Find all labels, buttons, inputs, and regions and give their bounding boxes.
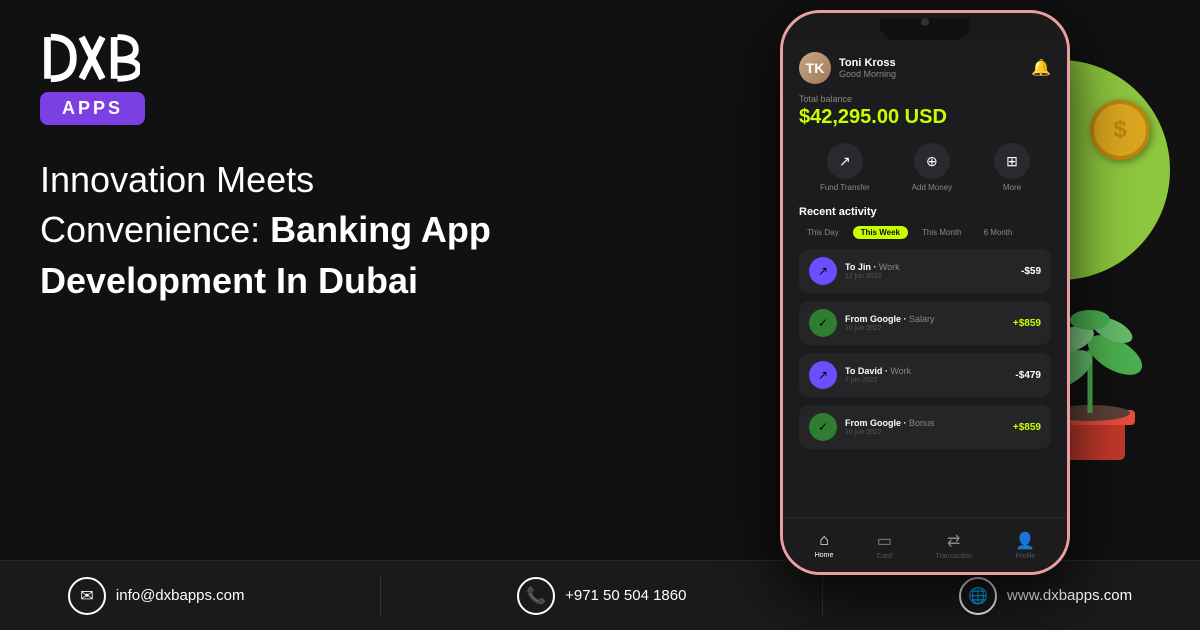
phone-text: +971 50 504 1860 [565,587,686,604]
table-row[interactable]: ✓ From Google · Salary 10 jun 2022 +$859 [799,301,1051,345]
left-section: APPS Innovation Meets Convenience: Banki… [40,30,590,570]
headline: Innovation Meets Convenience: Banking Ap… [40,155,590,306]
action-buttons: ↗ Fund Transfer ⊕ Add Money ⊞ More [799,143,1051,192]
headline-line1: Innovation Meets [40,155,590,205]
tx-info-4: From Google · Bonus 10 jun 2022 [845,418,935,436]
deco-coin: $ [1090,100,1150,160]
user-name: Toni Kross [839,57,896,69]
tx-left-2: ✓ From Google · Salary 10 jun 2022 [809,309,935,337]
phone-notch [880,18,970,40]
fund-transfer-icon: ↗ [827,143,863,179]
headline-line2: Convenience: Banking App [40,205,590,255]
nav-profile[interactable]: 👤 Profile [1015,531,1035,560]
greeting: Good Morning [839,69,896,79]
tx-left-1: ↗ To Jin · Work 12 jun 2022 [809,257,900,285]
phone-notch-dot [921,18,929,26]
footer-divider-1 [380,576,381,616]
table-row[interactable]: ↗ To David · Work 7 jun 2022 -$479 [799,353,1051,397]
nav-transaction-label: Transaction [936,553,972,560]
table-row[interactable]: ✓ From Google · Bonus 10 jun 2022 +$859 [799,405,1051,449]
footer-phone: 📞 +971 50 504 1860 [517,577,686,615]
add-money-label: Add Money [912,183,952,192]
logo-apps-badge: APPS [40,92,145,125]
bell-icon[interactable]: 🔔 [1031,58,1051,78]
email-text: info@dxbapps.com [116,587,245,604]
logo-dxb [40,30,140,90]
nav-transaction[interactable]: ⇄ Transaction [936,531,972,560]
tx-left-4: ✓ From Google · Bonus 10 jun 2022 [809,413,935,441]
nav-home[interactable]: ⌂ Home [815,532,834,559]
transactions-list: ↗ To Jin · Work 12 jun 2022 -$59 ✓ [799,249,1051,449]
tx-info-2: From Google · Salary 10 jun 2022 [845,314,935,332]
web-icon: 🌐 [959,577,997,615]
add-money-btn[interactable]: ⊕ Add Money [912,143,952,192]
tx-date-2: 10 jun 2022 [845,325,935,332]
app-header-left: TK Toni Kross Good Morning [799,52,896,84]
tx-icon-2: ✓ [809,309,837,337]
footer-email: ✉ info@dxbapps.com [68,577,245,615]
card-icon: ▭ [877,531,892,551]
nav-home-label: Home [815,552,834,559]
profile-icon: 👤 [1015,531,1035,551]
tx-name-4: From Google · Bonus [845,418,935,428]
home-icon: ⌂ [819,532,829,550]
tx-date-1: 12 jun 2022 [845,273,900,280]
table-row[interactable]: ↗ To Jin · Work 12 jun 2022 -$59 [799,249,1051,293]
phone-icon: 📞 [517,577,555,615]
tx-amount-2: +$859 [1013,318,1041,329]
tx-amount-4: +$859 [1013,422,1041,433]
tx-date-3: 7 jun 2022 [845,377,911,384]
tx-amount-3: -$479 [1015,370,1041,381]
footer-website: 🌐 www.dxbapps.com [959,577,1132,615]
activity-title: Recent activity [799,206,1051,218]
headline-line3: Development In Dubai [40,256,590,306]
tx-name-3: To David · Work [845,366,911,376]
user-info: Toni Kross Good Morning [839,57,896,79]
balance-label: Total balance [799,94,1051,104]
phone-frame: TK Toni Kross Good Morning 🔔 Total balan… [780,10,1070,575]
tab-6-month[interactable]: 6 Month [976,226,1021,239]
tab-this-week[interactable]: This Week [853,226,908,239]
avatar: TK [799,52,831,84]
more-btn[interactable]: ⊞ More [994,143,1030,192]
activity-tabs: This Day This Week This Month 6 Month [799,226,1051,239]
tx-icon-1: ↗ [809,257,837,285]
bottom-nav: ⌂ Home ▭ Card ⇄ Transaction 👤 Profile [783,517,1067,572]
fund-transfer-btn[interactable]: ↗ Fund Transfer [820,143,870,192]
tx-info-3: To David · Work 7 jun 2022 [845,366,911,384]
tx-name-1: To Jin · Work [845,262,900,272]
tx-left-3: ↗ To David · Work 7 jun 2022 [809,361,911,389]
nav-profile-label: Profile [1015,553,1035,560]
tx-name-2: From Google · Salary [845,314,935,324]
fund-transfer-label: Fund Transfer [820,183,870,192]
tx-icon-3: ↗ [809,361,837,389]
phone-screen: TK Toni Kross Good Morning 🔔 Total balan… [783,40,1067,575]
more-label: More [1003,183,1021,192]
tx-icon-4: ✓ [809,413,837,441]
right-section: $ [700,0,1200,560]
tx-amount-1: -$59 [1021,266,1041,277]
website-text: www.dxbapps.com [1007,587,1132,604]
transaction-icon: ⇄ [947,531,960,551]
tx-date-4: 10 jun 2022 [845,429,935,436]
nav-card[interactable]: ▭ Card [877,531,892,560]
nav-card-label: Card [877,553,892,560]
tab-this-day[interactable]: This Day [799,226,847,239]
add-money-icon: ⊕ [914,143,950,179]
logo-container: APPS [40,30,590,125]
logo-apps-text: APPS [62,98,123,118]
footer-divider-2 [822,576,823,616]
balance-amount: $42,295.00 USD [799,106,1051,129]
more-icon: ⊞ [994,143,1030,179]
tab-this-month[interactable]: This Month [914,226,970,239]
email-icon: ✉ [68,577,106,615]
app-header: TK Toni Kross Good Morning 🔔 [799,52,1051,84]
tx-info-1: To Jin · Work 12 jun 2022 [845,262,900,280]
